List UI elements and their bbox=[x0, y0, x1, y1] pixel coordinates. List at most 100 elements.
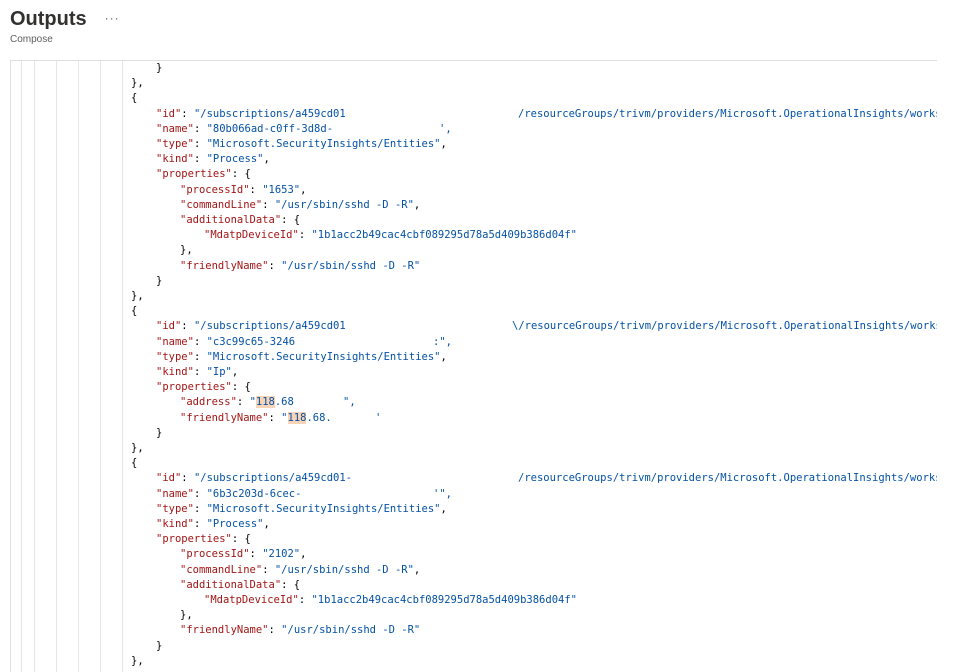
json-key: "commandLine" bbox=[180, 198, 263, 211]
json-key: "kind" bbox=[156, 518, 194, 530]
json-punctuation: , bbox=[440, 502, 447, 515]
json-punctuation: : bbox=[193, 350, 207, 363]
more-options-icon[interactable]: ··· bbox=[105, 11, 120, 25]
json-key: "MdatpDeviceId" bbox=[204, 229, 299, 242]
code-line: "friendlyName": "118.68. bbox=[180, 411, 332, 426]
code-line: "address": "118.68 bbox=[180, 395, 294, 410]
json-value: 118 bbox=[287, 411, 307, 424]
json-punctuation: }, bbox=[131, 290, 144, 302]
json-value: "Ip" bbox=[206, 366, 232, 378]
json-key: "processId" bbox=[180, 548, 250, 561]
json-value: "Microsoft.SecurityInsights/Entities" bbox=[206, 350, 441, 363]
code-line: "properties": { bbox=[156, 380, 251, 395]
json-value: ' bbox=[375, 411, 382, 424]
json-value: "/subscriptions/a459cd01 bbox=[193, 107, 346, 120]
json-punctuation: : { bbox=[231, 381, 251, 394]
code-line: "type": "Microsoft.SecurityInsights/Enti… bbox=[156, 502, 447, 517]
json-value: ', bbox=[439, 122, 452, 135]
code-line: }, bbox=[131, 289, 144, 304]
json-punctuation: } bbox=[156, 639, 163, 652]
code-line-tail: ", bbox=[343, 395, 356, 410]
json-key: "additionalData" bbox=[180, 578, 282, 591]
code-line: }, bbox=[131, 654, 144, 669]
json-punctuation: : bbox=[181, 472, 194, 485]
code-line: }, bbox=[131, 441, 144, 456]
json-punctuation: : bbox=[193, 518, 207, 530]
json-value: "2102" bbox=[262, 548, 301, 561]
json-punctuation: } bbox=[156, 62, 163, 74]
json-value: "/subscriptions/a459cd01 bbox=[193, 320, 346, 333]
json-value: /resourceGroups/trivm/providers/Microsof… bbox=[518, 472, 937, 485]
json-punctuation: : bbox=[193, 138, 207, 150]
code-line: "commandLine": "/usr/sbin/sshd -D -R", bbox=[180, 198, 420, 213]
json-value: \/resourceGroups/trivm/providers/Microso… bbox=[512, 320, 937, 333]
json-punctuation: : bbox=[193, 366, 207, 378]
json-punctuation: : bbox=[193, 502, 207, 515]
json-punctuation: : { bbox=[231, 168, 251, 181]
code-line-tail: \/resourceGroups/trivm/providers/Microso… bbox=[512, 319, 937, 334]
json-punctuation: : bbox=[193, 487, 207, 500]
code-line: "kind": "Ip", bbox=[156, 365, 238, 380]
code-line: "id": "/subscriptions/a459cd01 bbox=[156, 319, 346, 334]
json-key: "kind" bbox=[156, 366, 194, 378]
json-key: "friendlyName" bbox=[180, 259, 269, 272]
json-value: "/usr/sbin/sshd -D -R" bbox=[274, 198, 414, 211]
json-punctuation: : bbox=[181, 107, 194, 120]
indent-guide bbox=[34, 61, 35, 672]
json-punctuation: , bbox=[413, 198, 421, 211]
code-line: "commandLine": "/usr/sbin/sshd -D -R", bbox=[180, 563, 420, 578]
indent-guide bbox=[56, 61, 57, 672]
code-line: "friendlyName": "/usr/sbin/sshd -D -R" bbox=[180, 259, 420, 274]
json-value: "/usr/sbin/sshd -D -R" bbox=[274, 563, 414, 576]
json-value: "Process" bbox=[206, 153, 264, 166]
json-punctuation: : bbox=[193, 153, 207, 166]
title-row: Outputs ··· bbox=[10, 6, 120, 32]
json-punctuation: : bbox=[193, 335, 207, 348]
indent-guide bbox=[21, 61, 22, 672]
json-value: "/subscriptions/a459cd01- bbox=[193, 472, 352, 485]
json-value: "c3c99c65-3246 bbox=[206, 335, 296, 348]
code-line: "name": "c3c99c65-3246 bbox=[156, 335, 295, 350]
json-value: " bbox=[281, 411, 288, 424]
code-line: "id": "/subscriptions/a459cd01- bbox=[156, 471, 352, 486]
json-punctuation: : bbox=[249, 183, 263, 196]
code-line-tail: ', bbox=[439, 122, 452, 137]
json-punctuation: { bbox=[131, 92, 138, 105]
json-punctuation: } bbox=[156, 426, 163, 439]
json-output-viewer[interactable]: }},{"id": "/subscriptions/a459cd01/resou… bbox=[10, 60, 937, 672]
json-value: "1b1acc2b49cac4cbf089295d78a5d409b386d04… bbox=[311, 229, 577, 242]
code-line: }, bbox=[131, 76, 144, 91]
code-line: "processId": "2102", bbox=[180, 547, 306, 562]
json-punctuation: : { bbox=[281, 578, 301, 591]
json-punctuation: : bbox=[298, 229, 312, 242]
json-punctuation: : bbox=[181, 320, 194, 333]
code-line: } bbox=[156, 426, 162, 441]
code-line: } bbox=[156, 274, 162, 289]
json-key: "friendlyName" bbox=[180, 624, 269, 637]
json-key: "friendlyName" bbox=[180, 411, 269, 424]
json-value: "/usr/sbin/sshd -D -R" bbox=[281, 624, 421, 637]
indent-guide bbox=[122, 61, 123, 672]
json-key: "properties" bbox=[156, 168, 232, 181]
json-value: "Microsoft.SecurityInsights/Entities" bbox=[206, 138, 441, 150]
json-key: "type" bbox=[156, 138, 194, 150]
json-key: "type" bbox=[156, 350, 194, 363]
json-punctuation: : bbox=[298, 594, 312, 606]
json-value: ", bbox=[343, 396, 356, 409]
json-key: "MdatpDeviceId" bbox=[204, 594, 299, 606]
json-punctuation: : bbox=[268, 259, 282, 272]
json-value: :", bbox=[433, 335, 452, 348]
json-value: "Microsoft.SecurityInsights/Entities" bbox=[206, 502, 441, 515]
json-punctuation: , bbox=[263, 153, 270, 166]
json-value: /resourceGroups/trivm/providers/Microsof… bbox=[518, 107, 937, 120]
json-key: "name" bbox=[156, 335, 194, 348]
json-key: "properties" bbox=[156, 381, 232, 394]
code-line: "id": "/subscriptions/a459cd01 bbox=[156, 107, 346, 122]
json-key: "address" bbox=[180, 396, 237, 409]
json-value: "6b3c203d-6cec- bbox=[206, 487, 302, 500]
json-punctuation: } bbox=[156, 274, 163, 287]
code-line: "properties": { bbox=[156, 167, 251, 182]
json-value: .68. bbox=[306, 411, 332, 424]
json-punctuation: : { bbox=[281, 214, 301, 226]
json-key: "properties" bbox=[156, 533, 232, 546]
